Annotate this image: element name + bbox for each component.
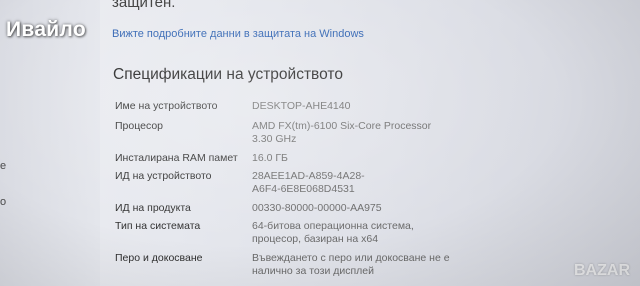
spec-value: 64-битова операционна система, процесор,… <box>252 220 502 246</box>
spec-value-line: процесор, базиран на x64 <box>252 233 379 245</box>
spec-label: ИД на продукта <box>115 202 191 214</box>
left-nav-strip: е о <box>0 0 100 286</box>
spec-value-line: 3.30 GHz <box>252 133 297 145</box>
spec-value: DESKTOP-AHE4140 <box>252 100 502 113</box>
nav-fragment-1: е <box>0 160 7 172</box>
spec-value: 28AEE1AD-A859-4A28- A6F4-6E8E068D4531 <box>252 170 502 196</box>
spec-value-line: AMD FX(tm)-6100 Six-Core Processor <box>252 120 432 132</box>
bazar-watermark-logo: BAZAR <box>574 262 630 280</box>
spec-label: ИД на устройството <box>115 170 212 182</box>
nav-fragment-2: о <box>0 196 7 208</box>
spec-value: 00330-80000-00000-AA975 <box>252 202 502 215</box>
bazar-watermark-text: BAZAR <box>574 262 630 279</box>
spec-label: Име на устройството <box>115 100 218 112</box>
spec-value-line: налично за този дисплей <box>252 265 374 277</box>
windows-security-link[interactable]: Вижте подробните данни в защитата на Win… <box>112 28 364 40</box>
spec-label: Перо и докосване <box>115 252 203 264</box>
spec-label: Процесор <box>115 120 164 132</box>
spec-value-line: Въвеждането с перо или докосване не е <box>252 252 450 264</box>
spec-value: 16.0 ГБ <box>252 152 502 165</box>
spec-label: Тип на системата <box>115 220 201 232</box>
spec-value: Въвеждането с перо или докосване не е на… <box>252 252 502 278</box>
device-specs-title: Спецификации на устройството <box>113 66 343 83</box>
spec-label: Инсталирана RAM памет <box>115 152 238 164</box>
spec-value-line: 28AEE1AD-A859-4A28- <box>252 170 365 182</box>
spec-value-line: 64-битова операционна система, <box>252 220 414 232</box>
username-watermark: Ивайло <box>6 18 87 41</box>
spec-value-line: 16.0 ГБ <box>252 152 288 164</box>
spec-value-line: A6F4-6E8E068D4531 <box>252 183 355 195</box>
spec-value: AMD FX(tm)-6100 Six-Core Processor 3.30 … <box>252 120 502 146</box>
spec-value-line: 00330-80000-00000-AA975 <box>252 202 382 214</box>
protection-status-text: защитен. <box>112 0 176 11</box>
spec-value-line: DESKTOP-AHE4140 <box>252 100 351 112</box>
